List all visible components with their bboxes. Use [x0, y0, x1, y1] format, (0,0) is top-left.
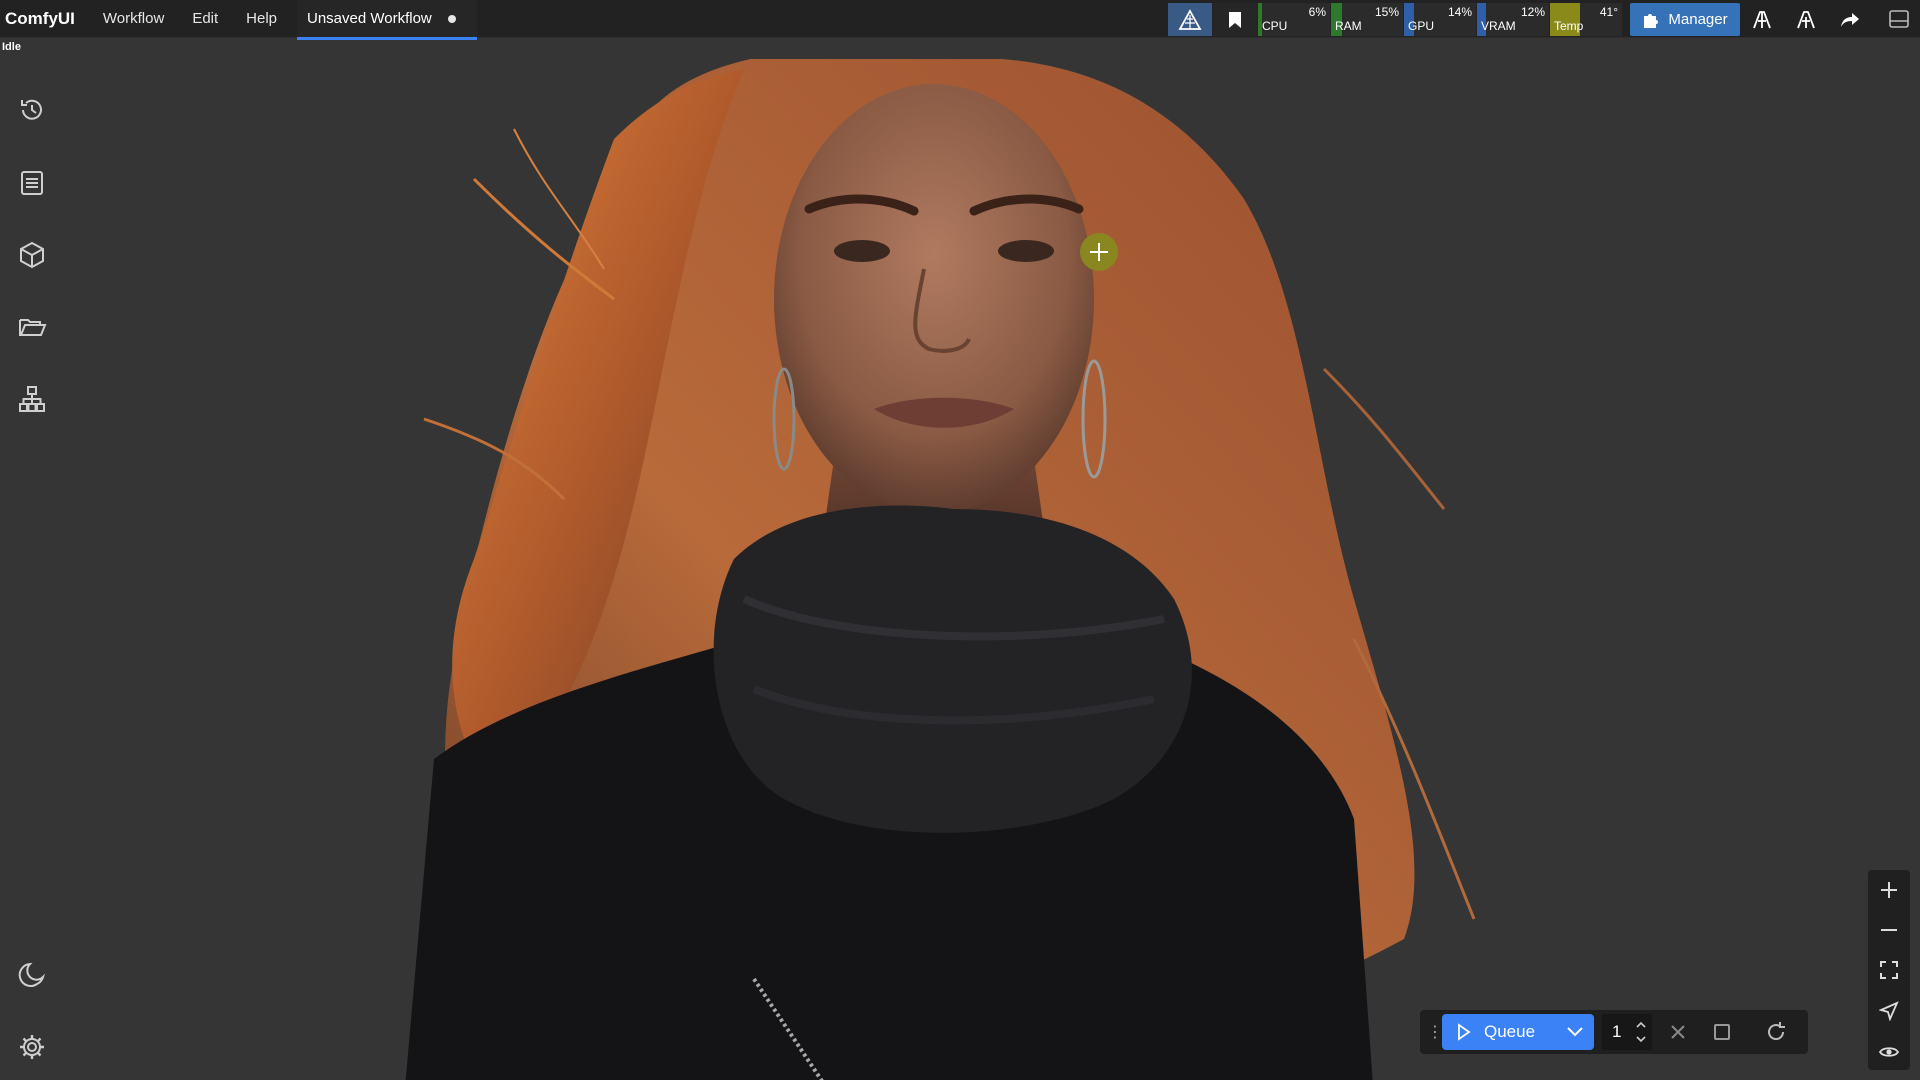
sidebar-item-queue[interactable]	[16, 167, 48, 199]
node-library-icon	[19, 386, 45, 412]
queue-list-icon	[21, 171, 43, 195]
panel-toggle-icon	[1889, 10, 1909, 28]
monitor-label: VRAM	[1481, 19, 1516, 33]
theme-moon-icon	[18, 962, 46, 987]
sidebar-item-history[interactable]	[16, 94, 48, 126]
manager-button[interactable]: Manager	[1630, 3, 1740, 36]
menu-workflow[interactable]: Workflow	[89, 0, 178, 38]
sidebar-item-theme[interactable]	[16, 959, 48, 991]
model-button-1[interactable]	[1740, 3, 1784, 36]
history-icon	[21, 99, 42, 120]
batch-count-value: 1	[1612, 1022, 1622, 1041]
workflows-folder-icon	[19, 319, 47, 336]
refresh-button[interactable]	[1764, 1020, 1788, 1044]
queue-button[interactable]: Queue	[1442, 1014, 1594, 1050]
play-icon	[1458, 1023, 1471, 1041]
menu-help[interactable]: Help	[232, 0, 291, 38]
sidebar-item-workflows[interactable]	[16, 311, 48, 343]
minus-icon	[1881, 929, 1897, 931]
monitor-label: Temp	[1554, 19, 1584, 33]
toggle-visibility-button[interactable]	[1877, 1040, 1901, 1064]
portrait-image	[405, 59, 1476, 1080]
monitor-ram: RAM 15%	[1331, 3, 1403, 36]
monitor-value: 14%	[1447, 5, 1472, 19]
model-b-icon	[1797, 10, 1815, 28]
puzzle-icon	[1644, 13, 1659, 28]
monitor-label: CPU	[1262, 19, 1288, 33]
queue-label: Queue	[1484, 1022, 1536, 1041]
stop-square-icon	[1714, 1024, 1730, 1040]
share-button[interactable]	[1828, 3, 1872, 36]
cancel-button[interactable]	[1666, 1020, 1690, 1044]
bookmark-button[interactable]	[1213, 3, 1257, 36]
plus-icon	[1881, 882, 1897, 898]
monitor-vram: VRAM 12%	[1477, 3, 1549, 36]
monitor-value: 12%	[1520, 5, 1545, 19]
monitor-temp: Temp 41°	[1550, 3, 1622, 36]
close-icon	[1671, 1025, 1685, 1039]
left-sidebar	[0, 59, 64, 1080]
canvas-controls	[1868, 870, 1910, 1070]
manager-label: Manager	[1668, 11, 1728, 28]
chevron-down-icon[interactable]	[1566, 1026, 1584, 1038]
model-button-2[interactable]	[1784, 3, 1828, 36]
workflow-tab[interactable]: Unsaved Workflow	[297, 0, 477, 40]
model-library-icon	[20, 241, 44, 269]
graph-canvas[interactable]	[64, 59, 1920, 1080]
menu-edit[interactable]: Edit	[178, 0, 232, 38]
monitor-value: 6%	[1308, 5, 1326, 19]
zoom-in-button[interactable]	[1877, 878, 1901, 902]
monitor-label: RAM	[1335, 19, 1362, 33]
crosshair-icon	[1090, 243, 1108, 261]
batch-count-input[interactable]: 1	[1602, 1014, 1652, 1050]
bookmark-icon	[1229, 11, 1241, 28]
fit-view-button[interactable]	[1877, 958, 1901, 982]
settings-gear-icon	[20, 1035, 44, 1059]
fit-view-icon	[1880, 961, 1898, 979]
comfy-logo-button[interactable]	[1168, 3, 1212, 36]
stepper-arrows-icon[interactable]	[1634, 1018, 1648, 1046]
workflow-tab-title: Unsaved Workflow	[307, 10, 432, 27]
comfy-logo-icon	[1178, 8, 1202, 30]
monitor-cpu: CPU 6%	[1258, 3, 1330, 36]
crosshair-cursor	[1080, 233, 1118, 271]
monitor-label: GPU	[1408, 19, 1435, 33]
eye-icon	[1879, 1047, 1899, 1057]
zoom-out-button[interactable]	[1877, 918, 1901, 942]
monitor-value: 15%	[1374, 5, 1399, 19]
share-arrow-icon	[1841, 12, 1859, 27]
monitor-value: 41°	[1599, 5, 1618, 19]
select-mode-button[interactable]	[1877, 999, 1901, 1023]
app-brand: ComfyUI	[5, 8, 75, 28]
queue-toolbar: ⋮ Queue 1	[1420, 1010, 1808, 1054]
sidebar-item-nodes[interactable]	[16, 383, 48, 415]
sidebar-item-models[interactable]	[16, 239, 48, 271]
drag-handle-icon[interactable]: ⋮	[1427, 1022, 1443, 1042]
panel-toggle-button[interactable]	[1888, 9, 1912, 31]
unsaved-dot-icon	[447, 14, 456, 23]
monitor-gpu: GPU 14%	[1404, 3, 1476, 36]
model-a-icon	[1753, 10, 1771, 28]
stop-button[interactable]	[1710, 1020, 1734, 1044]
sidebar-item-settings[interactable]	[16, 1031, 48, 1063]
refresh-icon	[1768, 1022, 1785, 1041]
status-text: Idle	[2, 41, 21, 53]
navigation-arrow-icon	[1879, 1001, 1899, 1021]
